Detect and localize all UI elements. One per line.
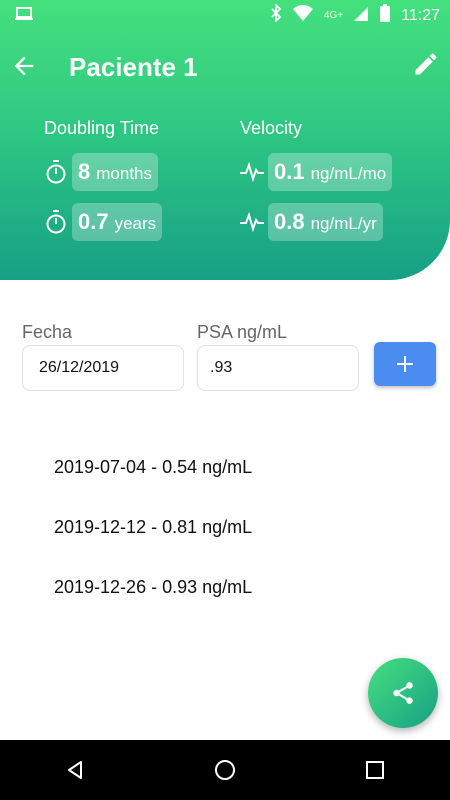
fecha-label: Fecha (22, 322, 73, 342)
velocity-title: Velocity (240, 118, 303, 138)
list-item[interactable]: 2019-12-26 - 0.93 ng/mL (54, 574, 252, 634)
share-button[interactable] (368, 658, 438, 728)
doubling-time-months-unit: months (96, 164, 152, 183)
velocity-month-row: 0.1 ng/mL/mo (240, 152, 393, 192)
doubling-time-years-value: 0.7 (78, 209, 109, 234)
velocity-year-value: 0.8 (274, 209, 305, 234)
list-item[interactable]: 2019-12-12 - 0.81 ng/mL (54, 514, 252, 574)
back-button[interactable] (10, 52, 38, 80)
toolbar: Paciente 1 (0, 40, 450, 96)
clock: 11:27 (401, 6, 440, 24)
psa-record-list: 2019-07-04 - 0.54 ng/mL 2019-12-12 - 0.8… (54, 454, 252, 634)
psa-input[interactable]: .93 (197, 345, 359, 391)
psa-label: PSA ng/mL (197, 322, 288, 342)
system-nav-bar (0, 740, 450, 800)
share-icon (393, 682, 413, 704)
velocity-month-value: 0.1 (274, 159, 305, 184)
status-icons: 4G+ 11:27 (270, 2, 440, 27)
arrow-left-icon (14, 56, 34, 76)
doubling-time-months-pill: 8 months (72, 153, 158, 191)
pulse-icon (240, 210, 264, 234)
nav-back-button[interactable] (55, 750, 95, 790)
nav-recents-button[interactable] (355, 750, 395, 790)
pulse-icon (240, 160, 264, 184)
circle-home-icon (215, 760, 235, 780)
header-card: 4G+ 11:27 Paciente 1 Doubling Time 8 mon… (0, 0, 450, 280)
doubling-time-years-unit: years (114, 214, 157, 233)
velocity-year-unit: ng/mL/yr (310, 214, 377, 233)
signal-icon (353, 4, 369, 27)
laptop-icon (14, 6, 34, 27)
doubling-time-section: Doubling Time 8 months 0.7 years (44, 118, 163, 242)
stopwatch-icon (44, 210, 68, 234)
doubling-time-title: Doubling Time (44, 118, 160, 138)
plus-icon (397, 356, 413, 372)
stopwatch-icon (44, 160, 68, 184)
velocity-section: Velocity 0.1 ng/mL/mo 0.8 ng/mL/yr (240, 118, 393, 242)
doubling-time-months-row: 8 months (44, 152, 162, 192)
velocity-year-pill: 0.8 ng/mL/yr (268, 203, 383, 241)
triangle-back-icon (68, 761, 82, 779)
bluetooth-icon (270, 2, 282, 27)
nav-home-button[interactable] (205, 750, 245, 790)
doubling-time-months-value: 8 (78, 159, 91, 184)
wifi-icon (292, 4, 314, 27)
page-title: Paciente 1 (69, 52, 198, 82)
velocity-month-pill: 0.1 ng/mL/mo (268, 153, 393, 191)
doubling-time-years-row: 0.7 years (44, 202, 163, 242)
doubling-time-years-pill: 0.7 years (72, 203, 163, 241)
velocity-month-unit: ng/mL/mo (310, 164, 387, 183)
status-bar: 4G+ 11:27 (0, 0, 450, 32)
square-recents-icon (366, 761, 384, 779)
list-item[interactable]: 2019-07-04 - 0.54 ng/mL (54, 454, 252, 514)
edit-button[interactable] (412, 50, 440, 78)
battery-icon (379, 4, 391, 27)
pencil-icon (415, 53, 437, 75)
network-type: 4G+ (323, 10, 344, 21)
add-record-button[interactable] (374, 342, 436, 386)
velocity-year-row: 0.8 ng/mL/yr (240, 202, 392, 242)
fecha-input[interactable]: 26/12/2019 (22, 345, 184, 391)
